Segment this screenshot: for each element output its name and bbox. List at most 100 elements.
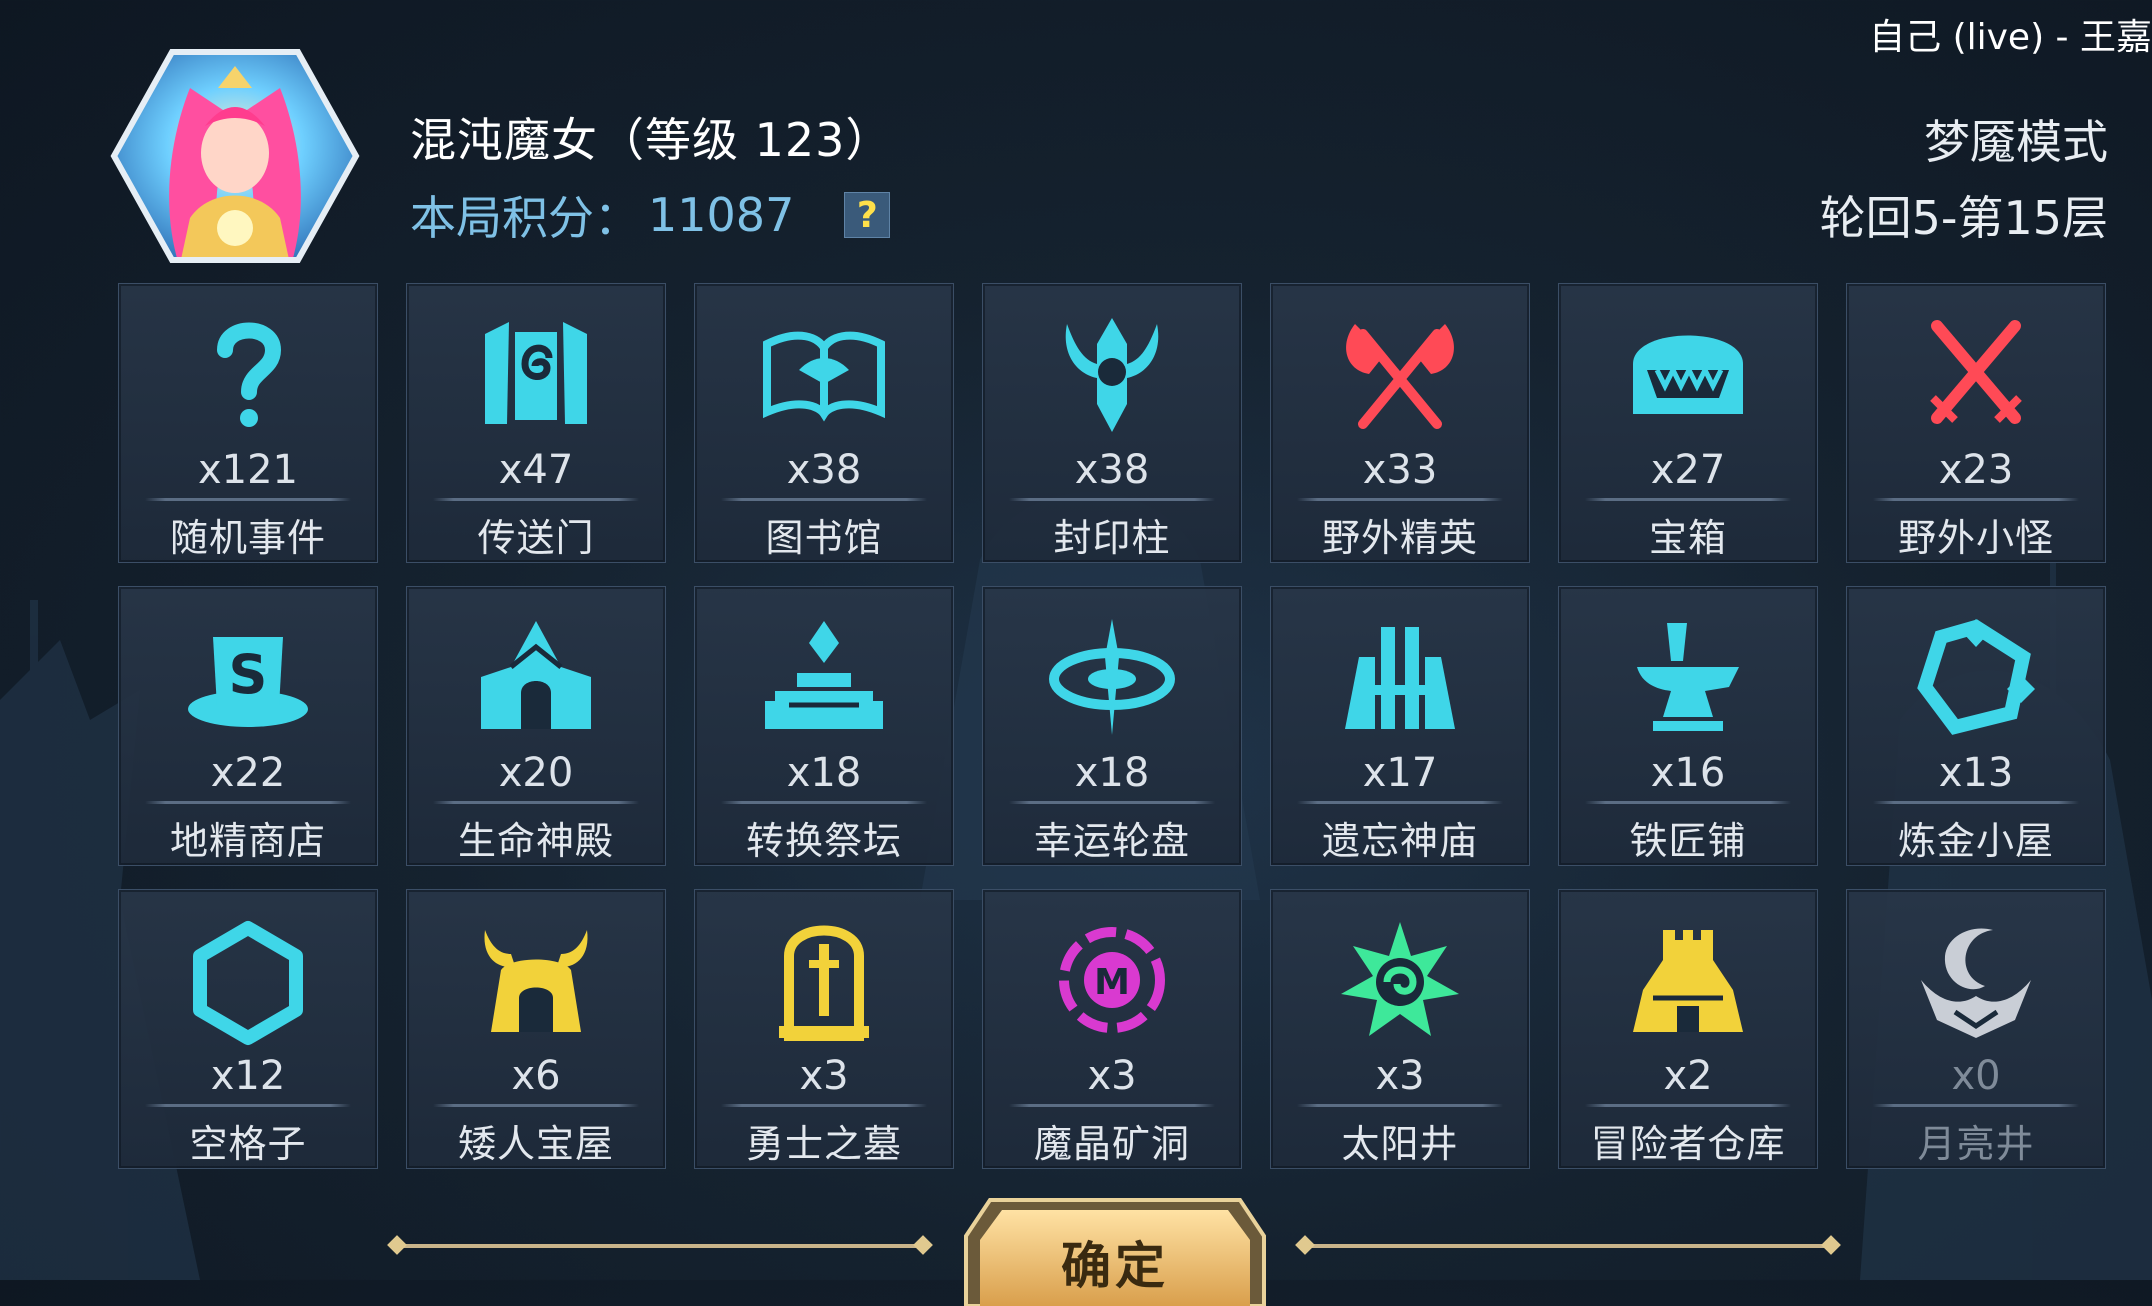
score-row: 本局积分： 11087 ? — [410, 182, 891, 248]
tile-label: 冒险者仓库 — [1590, 1122, 1786, 1166]
tile-divider — [1297, 801, 1503, 804]
window-title: 自己 (live) - 王嘉 — [1869, 17, 2152, 58]
tile-count: x2 — [1663, 1053, 1713, 1099]
tile-count: x12 — [210, 1053, 286, 1099]
tile-label: 勇士之墓 — [745, 1122, 902, 1166]
tile-divider — [145, 498, 351, 501]
tile-divider — [721, 801, 927, 804]
tile-divider — [721, 498, 927, 501]
anvil-icon — [1623, 617, 1753, 737]
tile-label: 矮人宝屋 — [457, 1122, 614, 1166]
help-question-icon[interactable]: ? — [844, 192, 891, 238]
tile-random-event[interactable]: x121 随机事件 — [118, 283, 378, 563]
tile-label: 转换祭坛 — [745, 819, 902, 863]
tile-count: x47 — [498, 447, 574, 493]
portal-icon — [471, 314, 601, 434]
tile-library[interactable]: x38 图书馆 — [694, 283, 954, 563]
tile-label: 魔晶矿洞 — [1033, 1122, 1190, 1166]
tile-label: 炼金小屋 — [1897, 819, 2054, 863]
tile-count: x3 — [799, 1053, 849, 1099]
tile-divider — [1585, 1104, 1791, 1107]
tile-treasure-chest[interactable]: x27 宝箱 — [1558, 283, 1818, 563]
tile-life-temple[interactable]: x20 生命神殿 — [406, 586, 666, 866]
tile-lucky-wheel[interactable]: x18 幸运轮盘 — [982, 586, 1242, 866]
score-value: 11087 — [648, 188, 795, 242]
svg-text:M: M — [1094, 962, 1130, 1003]
tile-goblin-shop[interactable]: S x22 地精商店 — [118, 586, 378, 866]
tile-label: 太阳井 — [1341, 1122, 1459, 1166]
tile-label: 空格子 — [189, 1122, 307, 1166]
tile-alchemy-hut[interactable]: x13 炼金小屋 — [1846, 586, 2106, 866]
confirm-button[interactable]: 确定 — [962, 1196, 1268, 1306]
tile-count: x38 — [1074, 447, 1150, 493]
tile-label: 宝箱 — [1648, 516, 1727, 560]
tile-label: 地精商店 — [169, 819, 326, 863]
tile-count: x13 — [1938, 750, 2014, 796]
tile-label: 月亮井 — [1917, 1122, 2035, 1166]
tile-divider — [433, 498, 639, 501]
tile-divider — [1873, 801, 2079, 804]
hero-avatar[interactable] — [110, 48, 360, 264]
tile-adventurer-warehouse[interactable]: x2 冒险者仓库 — [1558, 889, 1818, 1169]
tile-count: x27 — [1650, 447, 1726, 493]
tile-forgotten-temple[interactable]: x17 遗忘神庙 — [1270, 586, 1530, 866]
tile-count: x6 — [511, 1053, 561, 1099]
crystal-mine-icon: M — [1047, 920, 1177, 1040]
tile-wild-minion[interactable]: x23 野外小怪 — [1846, 283, 2106, 563]
tile-count: x20 — [498, 750, 574, 796]
confirm-button-label: 确定 — [1061, 1237, 1169, 1295]
tile-blacksmith[interactable]: x16 铁匠铺 — [1558, 586, 1818, 866]
tile-divider — [145, 801, 351, 804]
tile-divider — [1009, 498, 1215, 501]
tile-label: 幸运轮盘 — [1033, 819, 1190, 863]
alchemy-icon — [1911, 617, 2041, 737]
tile-moon-well[interactable]: x0 月亮井 — [1846, 889, 2106, 1169]
right-rail-decoration — [1306, 1244, 1830, 1248]
crossed-axes-icon — [1335, 314, 1465, 434]
question-icon — [183, 314, 313, 434]
tile-altar[interactable]: x18 转换祭坛 — [694, 586, 954, 866]
tile-wild-elite[interactable]: x33 野外精英 — [1270, 283, 1530, 563]
tile-count: x18 — [1074, 750, 1150, 796]
confirm-area: 确定 — [962, 1196, 1268, 1306]
tile-count: x23 — [1938, 447, 2014, 493]
tile-sun-well[interactable]: x3 太阳井 — [1270, 889, 1530, 1169]
tile-label: 传送门 — [477, 516, 595, 560]
tile-count: x17 — [1362, 750, 1438, 796]
tile-count: x22 — [210, 750, 286, 796]
tile-warrior-tomb[interactable]: x3 勇士之墓 — [694, 889, 954, 1169]
mode-level: 轮回5-第15层 — [1819, 191, 2108, 245]
tile-divider — [1585, 498, 1791, 501]
tile-label: 随机事件 — [169, 516, 326, 560]
score-label: 本局积分： — [410, 191, 640, 245]
moon-well-icon — [1911, 920, 2041, 1040]
tile-divider — [433, 1104, 639, 1107]
tile-crystal-mine[interactable]: M x3 魔晶矿洞 — [982, 889, 1242, 1169]
left-rail-inner-dot — [913, 1235, 933, 1255]
event-stats-grid: x121 随机事件 x47 传送门 x38 图书馆 x38 封印柱 x33 野外… — [118, 283, 2110, 1169]
tile-empty-cell[interactable]: x12 空格子 — [118, 889, 378, 1169]
tile-divider — [721, 1104, 927, 1107]
tile-divider — [1009, 801, 1215, 804]
tile-divider — [1873, 498, 2079, 501]
tile-count: x38 — [786, 447, 862, 493]
treasure-chest-icon — [1623, 314, 1753, 434]
tile-count: x121 — [197, 447, 299, 493]
tile-divider — [1009, 1104, 1215, 1107]
tile-divider — [1873, 1104, 2079, 1107]
tile-label: 野外小怪 — [1897, 516, 2054, 560]
right-rail-inner-dot — [1295, 1235, 1315, 1255]
seal-pillar-icon — [1047, 314, 1177, 434]
altar-icon — [759, 617, 889, 737]
library-book-icon — [759, 314, 889, 434]
tile-divider — [1585, 801, 1791, 804]
left-rail-end-dot — [387, 1235, 407, 1255]
svg-text:S: S — [229, 643, 268, 706]
tile-portal[interactable]: x47 传送门 — [406, 283, 666, 563]
tombstone-icon — [759, 920, 889, 1041]
tile-count: x0 — [1951, 1053, 2001, 1099]
tile-label: 铁匠铺 — [1629, 819, 1747, 863]
tile-label: 封印柱 — [1053, 516, 1171, 560]
tile-seal-pillar[interactable]: x38 封印柱 — [982, 283, 1242, 563]
tile-dwarf-treasure[interactable]: x6 矮人宝屋 — [406, 889, 666, 1169]
